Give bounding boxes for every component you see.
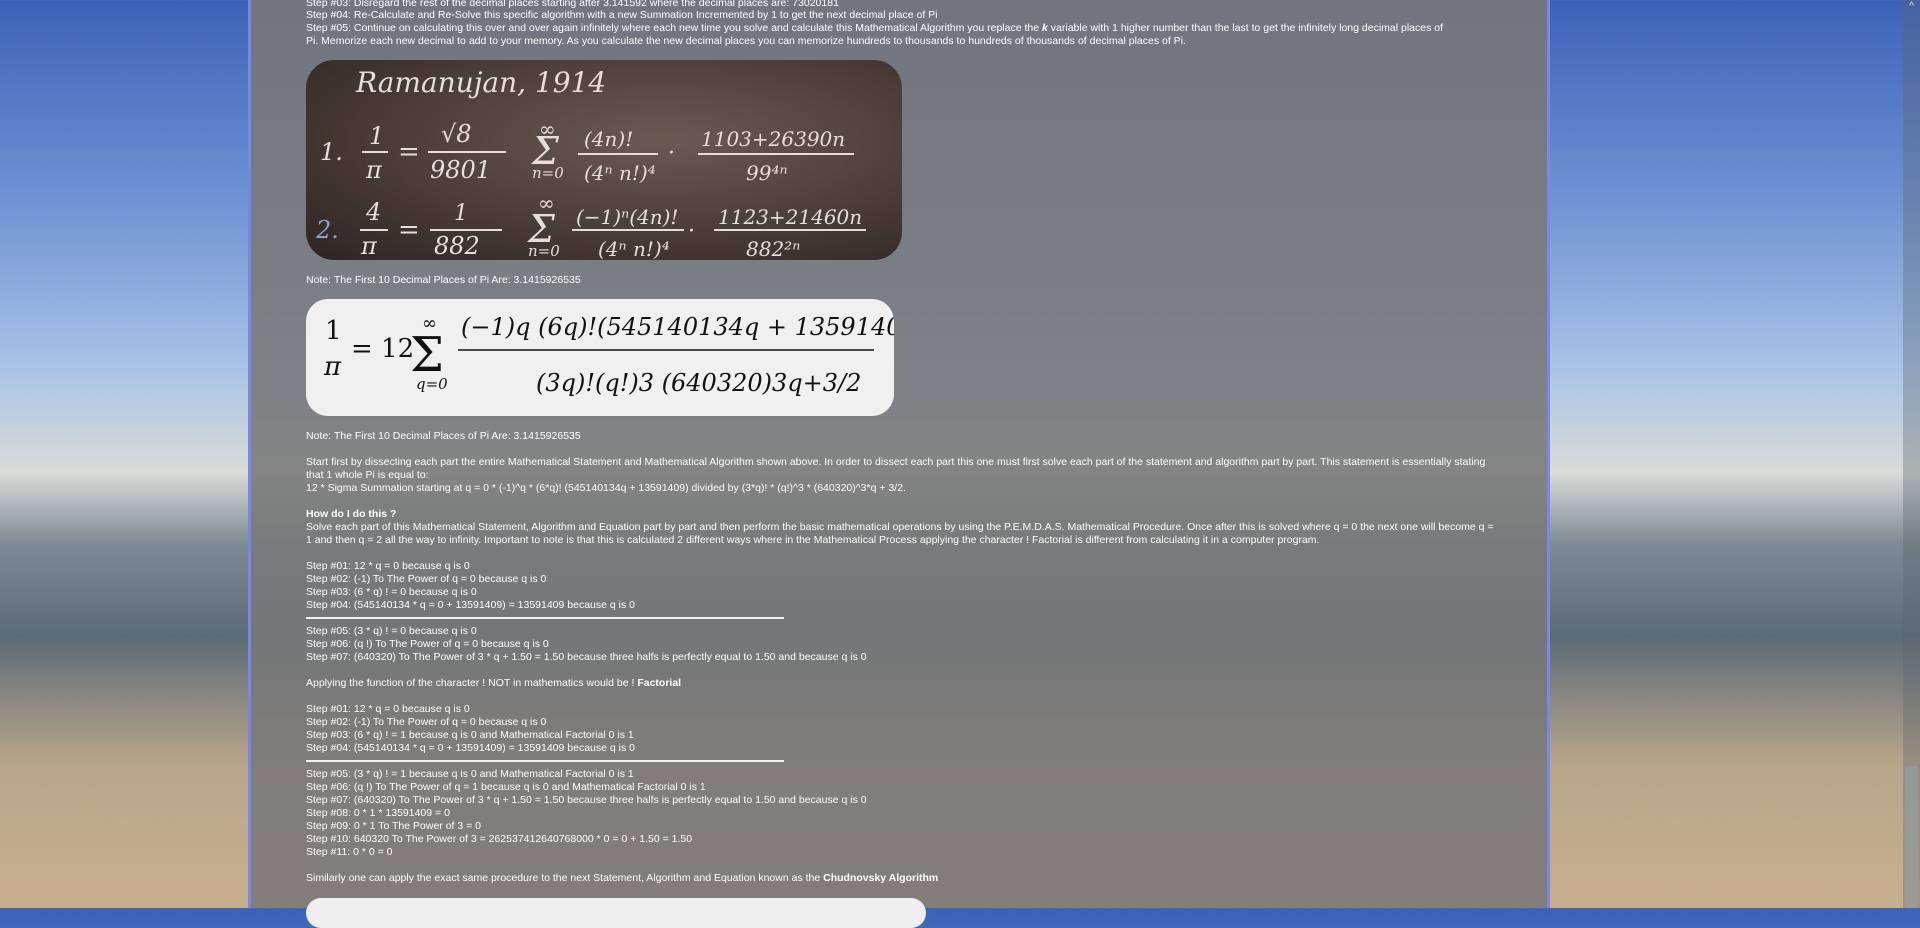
list-item: Step #03: (6 * q) ! = 0 because q is 0 [306, 586, 477, 598]
how-body: Solve each part of this Mathematical Sta… [306, 521, 1494, 546]
steps-list-c: Step #01: 12 * q = 0 because q is 0 Step… [306, 703, 1496, 755]
ram-pi-1: π [365, 156, 383, 184]
list-item: Step #05: (3 * q) ! = 0 because q is 0 [306, 625, 477, 637]
svg-text:·: · [668, 141, 675, 166]
article-panel: Step #03: Disregard the rest of the deci… [248, 0, 1550, 928]
ram-frac1-den: (4ⁿ n!)⁴ [584, 161, 656, 185]
chud-den: (3q)!(q!)3 (640320)3q+3/2 [536, 369, 861, 397]
list-item: Step #06: (q !) To The Power of q = 1 be… [306, 781, 706, 793]
svg-text:=: = [398, 137, 420, 167]
ram-frac1-num: (4n)! [584, 127, 633, 151]
steps-list-a: Step #01: 12 * q = 0 because q is 0 Step… [306, 560, 1496, 612]
scroll-up-icon[interactable]: ^ [1903, 0, 1920, 14]
factorial-line: Applying the function of the character !… [306, 677, 682, 689]
ram-frac2b-num: 1123+21460n [718, 205, 862, 229]
steps-list-b: Step #05: (3 * q) ! = 0 because q is 0 S… [306, 625, 1496, 664]
steps-list-d: Step #05: (3 * q) ! = 1 because q is 0 a… [306, 768, 1496, 859]
scrollbar-thumb[interactable] [1905, 766, 1918, 908]
step-05: Step #05: Continue on calculating this o… [306, 22, 1444, 34]
step-04: Step #04: Re-Calculate and Re-Solve this… [306, 9, 938, 21]
list-item: Step #01: 12 * q = 0 because q is 0 [306, 560, 470, 572]
list-item: Step #03: (6 * q) ! = 1 because q is 0 a… [306, 729, 634, 741]
ram-title: Ramanujan, 1914 [355, 66, 606, 99]
chud-lhs-num: 1 [325, 316, 342, 346]
chud-idx: q=0 [416, 375, 448, 393]
ram-pi-2: π [360, 232, 378, 260]
list-item: Step #07: (640320) To The Power of 3 * q… [306, 651, 867, 663]
ram-frac2b-den: 882²ⁿ [746, 237, 800, 260]
note-decimal-places-2: Note: The First 10 Decimal Places of Pi … [306, 430, 581, 442]
ram-idx-2: n=0 [528, 242, 560, 260]
list-item: Step #11: 0 * 0 = 0 [306, 846, 393, 858]
ram-frac1b-den: 99⁴ⁿ [746, 161, 788, 185]
ram-frac2-num: (−1)ⁿ(4n)! [576, 205, 678, 229]
ram-9801: 9801 [430, 156, 491, 184]
ram-882: 882 [434, 232, 480, 260]
chud-lhs-den: π [323, 352, 342, 382]
list-item: Step #04: (545140134 * q = 0 + 13591409)… [306, 599, 635, 611]
ram-idx-1: n=0 [532, 164, 564, 182]
intro-paragraph: Start first by dissecting each part the … [306, 456, 1486, 481]
ram-eq1-label: 1. [320, 138, 343, 166]
list-item: Step #01: 12 * q = 0 because q is 0 [306, 703, 470, 715]
list-item: Step #05: (3 * q) ! = 1 because q is 0 a… [306, 768, 634, 780]
list-item: Step #02: (-1) To The Power of q = 0 bec… [306, 573, 547, 585]
background-right [1550, 0, 1920, 908]
list-item: Step #08: 0 * 1 * 13591409 = 0 [306, 807, 450, 819]
list-item: Step #07: (640320) To The Power of 3 * q… [306, 794, 867, 806]
divider-line [306, 760, 784, 762]
svg-text:·: · [688, 219, 695, 244]
chudnovsky-bold: Chudnovsky Algorithm [823, 872, 939, 884]
list-item: Step #10: 640320 To The Power of 3 = 262… [306, 833, 693, 845]
factorial-bold: Factorial [637, 677, 682, 689]
ram-frac2-den: (4ⁿ n!)⁴ [598, 237, 670, 260]
step-05-cont: Pi. Memorize each new decimal to add to … [306, 35, 1186, 47]
list-item: Step #02: (-1) To The Power of q = 0 bec… [306, 716, 547, 728]
list-item: Step #09: 0 * 1 To The Power of 3 = 0 [306, 820, 482, 832]
divider-line [306, 617, 784, 619]
svg-text:=: = [398, 215, 420, 245]
ram-eq2-label: 2. [315, 216, 339, 244]
ram-eq1-one: 1 [369, 122, 384, 150]
note-decimal-places-1: Note: The First 10 Decimal Places of Pi … [306, 274, 581, 286]
how-heading: How do I do this ? [306, 508, 397, 520]
chud-num: (−1)q (6q)!(545140134q + 13591409) [461, 313, 894, 341]
chud-coef: = 12 [351, 334, 414, 364]
next-formula-image [306, 898, 926, 928]
chudnovsky-formula-image: 1 π = 12 ∞ Σ q=0 (−1)q (6q)!(545140134q … [306, 299, 894, 416]
intro-formula-text: 12 * Sigma Summation starting at q = 0 *… [306, 482, 906, 494]
ram-eq2-four: 4 [365, 198, 381, 226]
background-left [0, 0, 248, 908]
k-variable: k [1042, 22, 1048, 34]
ram-frac1b-num: 1103+26390n [701, 127, 845, 151]
ramanujan-formula-image: Ramanujan, 1914 1. 1 π = √8 9801 ∞ Σ n=0… [306, 60, 902, 260]
list-item: Step #04: (545140134 * q = 0 + 13591409)… [306, 742, 635, 754]
ram-eq2-one: 1 [454, 201, 468, 226]
list-item: Step #06: (q !) To The Power of q = 0 be… [306, 638, 549, 650]
ram-sqrt8: √8 [441, 120, 472, 148]
closing-line: Similarly one can apply the exact same p… [306, 872, 939, 884]
page-scrollbar[interactable]: ^ [1903, 0, 1920, 908]
